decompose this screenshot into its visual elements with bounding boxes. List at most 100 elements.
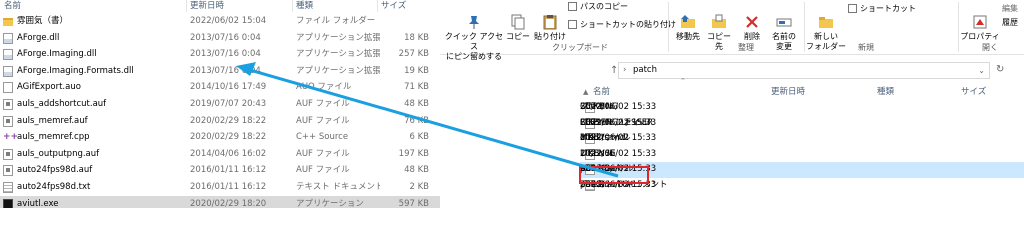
sort-indicator-icon: ⌃ xyxy=(680,77,686,85)
file-row[interactable]: 雰囲気（書） 2022/06/02 15:04 ファイル フォルダー xyxy=(0,13,440,30)
file-name: 雰囲気（書） xyxy=(17,16,69,26)
column-header-type[interactable]: 種類 xyxy=(877,86,894,98)
file-row[interactable]: credits.md 2022/06/02 15:33 MD ファイル 3 KB xyxy=(580,131,1024,147)
history-label: 履歴 xyxy=(1002,18,1018,27)
file-row[interactable]: AForge.dll 2013/07/16 0:04 アプリケーション拡張 18 KB xyxy=(0,30,440,47)
open-group-label: 開く xyxy=(982,43,998,52)
file-row[interactable]: aviutl.exe 2020/02/29 18:20 アプリケーション 597 KB xyxy=(0,195,440,208)
auf-file-icon xyxy=(3,115,13,127)
move-to-button[interactable]: 移動先 xyxy=(673,14,703,42)
rename-icon xyxy=(775,14,793,30)
column-header-name[interactable]: 名前 xyxy=(4,0,21,12)
history-button[interactable]: 履歴 xyxy=(1002,18,1024,28)
file-type: テキスト ドキュメント xyxy=(296,182,380,192)
file-row[interactable]: auls_memref.auf 2020/02/29 18:22 AUF ファイル 7… xyxy=(0,113,440,130)
modified-date: 2019/07/07 20:43 xyxy=(190,99,267,109)
file-row[interactable]: COPYING.LESSER 2022/06/02 15:33 LESSER ファイ… xyxy=(580,116,1024,132)
edit-button[interactable]: 編集 xyxy=(1002,4,1024,14)
txt-file-icon xyxy=(3,182,13,193)
shortcut-label: ショートカット xyxy=(860,4,916,13)
modified-date: 2020/02/29 18:22 xyxy=(190,132,267,143)
pin-quick-access-button[interactable]: クイック アクセス にピン留めする xyxy=(444,14,504,62)
file-type: C++ Source xyxy=(296,132,349,143)
file-name: auto24fps98d.txt xyxy=(17,182,91,192)
scroll-up-icon[interactable]: ▲ xyxy=(583,86,588,98)
file-type: AUF ファイル xyxy=(296,99,350,109)
file-row[interactable]: AForge.Imaging.Formats.dll 2013/07/16 0:0… xyxy=(0,63,440,80)
file-type: アプリケーション xyxy=(296,198,364,208)
paste-label: 貼り付け xyxy=(534,32,566,41)
delete-label: 削除 xyxy=(744,32,760,41)
column-header-size[interactable]: サイズ xyxy=(381,0,406,12)
modified-date: 2022/06/02 15:04 xyxy=(190,16,267,26)
file-row[interactable]: COPYING 2022/06/02 15:33 ファイル 35 KB xyxy=(580,100,1024,116)
file-size: 19 KB xyxy=(404,65,429,76)
file-type: AUF ファイル xyxy=(296,148,350,159)
exe-file-icon xyxy=(3,198,13,208)
column-divider[interactable] xyxy=(377,0,378,12)
copy-path-button[interactable]: パスのコピー xyxy=(568,2,668,12)
file-size: 257 KB xyxy=(398,49,429,60)
modified-date: 2016/01/11 16:12 xyxy=(190,165,267,176)
ribbon-divider xyxy=(804,2,805,52)
ribbon-divider xyxy=(958,2,959,52)
copy-path-label: パスのコピー xyxy=(580,2,628,11)
address-dropdown-icon[interactable]: ⌄ xyxy=(978,63,985,78)
file-row[interactable]: auls_addshortcut.auf 2019/07/07 20:43 AUF … xyxy=(0,96,440,113)
move-to-label: 移動先 xyxy=(676,32,700,41)
file-size: 8 KB xyxy=(580,117,600,128)
address-path: patch xyxy=(633,65,657,75)
file-size: 2 KB xyxy=(409,182,429,192)
paste-shortcut-icon xyxy=(568,20,577,29)
column-header-size[interactable]: サイズ xyxy=(961,86,986,98)
modified-date: 2014/04/06 16:02 xyxy=(190,148,267,159)
properties-button[interactable]: プロパティ xyxy=(960,14,1000,42)
move-to-icon xyxy=(679,14,697,30)
column-header-name[interactable]: 名前 xyxy=(593,86,610,98)
file-size: 6 KB xyxy=(409,132,429,143)
file-type: AUF ファイル xyxy=(296,165,350,176)
left-explorer-window: 名前 更新日時 種類 サイズ 雰囲気（書） 2022/06/02 15:04 ファイ… xyxy=(0,0,440,208)
properties-icon xyxy=(971,14,989,30)
file-name: auls_memref.auf xyxy=(17,115,88,126)
copy-button[interactable]: コピー xyxy=(506,14,530,42)
cpp-file-icon: ++ xyxy=(3,132,19,143)
file-row[interactable]: LICENSE 2022/06/02 15:33 ファイル 1 KB xyxy=(580,147,1024,163)
column-header-date[interactable]: 更新日時 xyxy=(190,0,224,12)
file-row[interactable]: auto24fps98d.auf 2016/01/11 16:12 AUF ファイル… xyxy=(0,162,440,179)
file-row[interactable]: auls_outputpng.auf 2014/04/06 16:02 AUF ファ… xyxy=(0,146,440,163)
file-name: aviutl.exe xyxy=(17,198,59,208)
file-row[interactable]: AForge.Imaging.dll 2013/07/16 0:04 アプリケーショ… xyxy=(0,46,440,63)
column-header-type[interactable]: 種類 xyxy=(296,0,313,12)
column-header-date[interactable]: 更新日時 xyxy=(771,86,805,98)
shortcut-button[interactable]: ショートカット xyxy=(848,4,938,14)
file-row[interactable]: ++ auls_memref.cpp 2020/02/29 18:22 C++ Sou… xyxy=(0,129,440,146)
modified-date: 2013/07/16 0:04 xyxy=(190,32,261,43)
file-name: AGifExport.auo xyxy=(17,82,81,93)
copy-label: コピー xyxy=(506,32,530,41)
paste-button[interactable]: 貼り付け xyxy=(533,14,567,42)
file-type: アプリケーション拡張 xyxy=(296,49,380,60)
folder-file-icon xyxy=(3,18,13,26)
dll-file-icon xyxy=(3,49,13,61)
copy-to-icon xyxy=(710,14,728,30)
copy-path-icon xyxy=(568,2,577,11)
new-group-label: 新規 xyxy=(858,43,874,52)
refresh-button[interactable]: ↻ xyxy=(996,64,1004,75)
delete-button[interactable]: 削除 xyxy=(740,14,764,42)
file-size: 3 KB xyxy=(580,133,600,144)
edit-label: 編集 xyxy=(1002,4,1018,13)
file-name: auto24fps98d.auf xyxy=(17,165,93,176)
modified-date: 2013/07/16 0:04 xyxy=(190,65,261,76)
file-row[interactable]: auto24fps98d.txt 2016/01/11 16:12 テキスト ドキュ… xyxy=(0,179,440,196)
address-bar[interactable]: › patch ⌄ xyxy=(618,62,990,79)
file-row[interactable]: AGifExport.auo 2014/10/16 17:49 AUO ファイル 71… xyxy=(0,79,440,96)
properties-label: プロパティ xyxy=(960,32,1000,41)
dll-file-icon xyxy=(3,32,13,44)
column-divider[interactable] xyxy=(186,0,187,12)
modified-date: 2020/02/29 18:22 xyxy=(190,115,267,126)
file-size: 71 KB xyxy=(404,82,429,93)
column-divider[interactable] xyxy=(292,0,293,12)
delete-icon xyxy=(743,14,761,30)
modified-date: 2013/07/16 0:04 xyxy=(190,49,261,60)
